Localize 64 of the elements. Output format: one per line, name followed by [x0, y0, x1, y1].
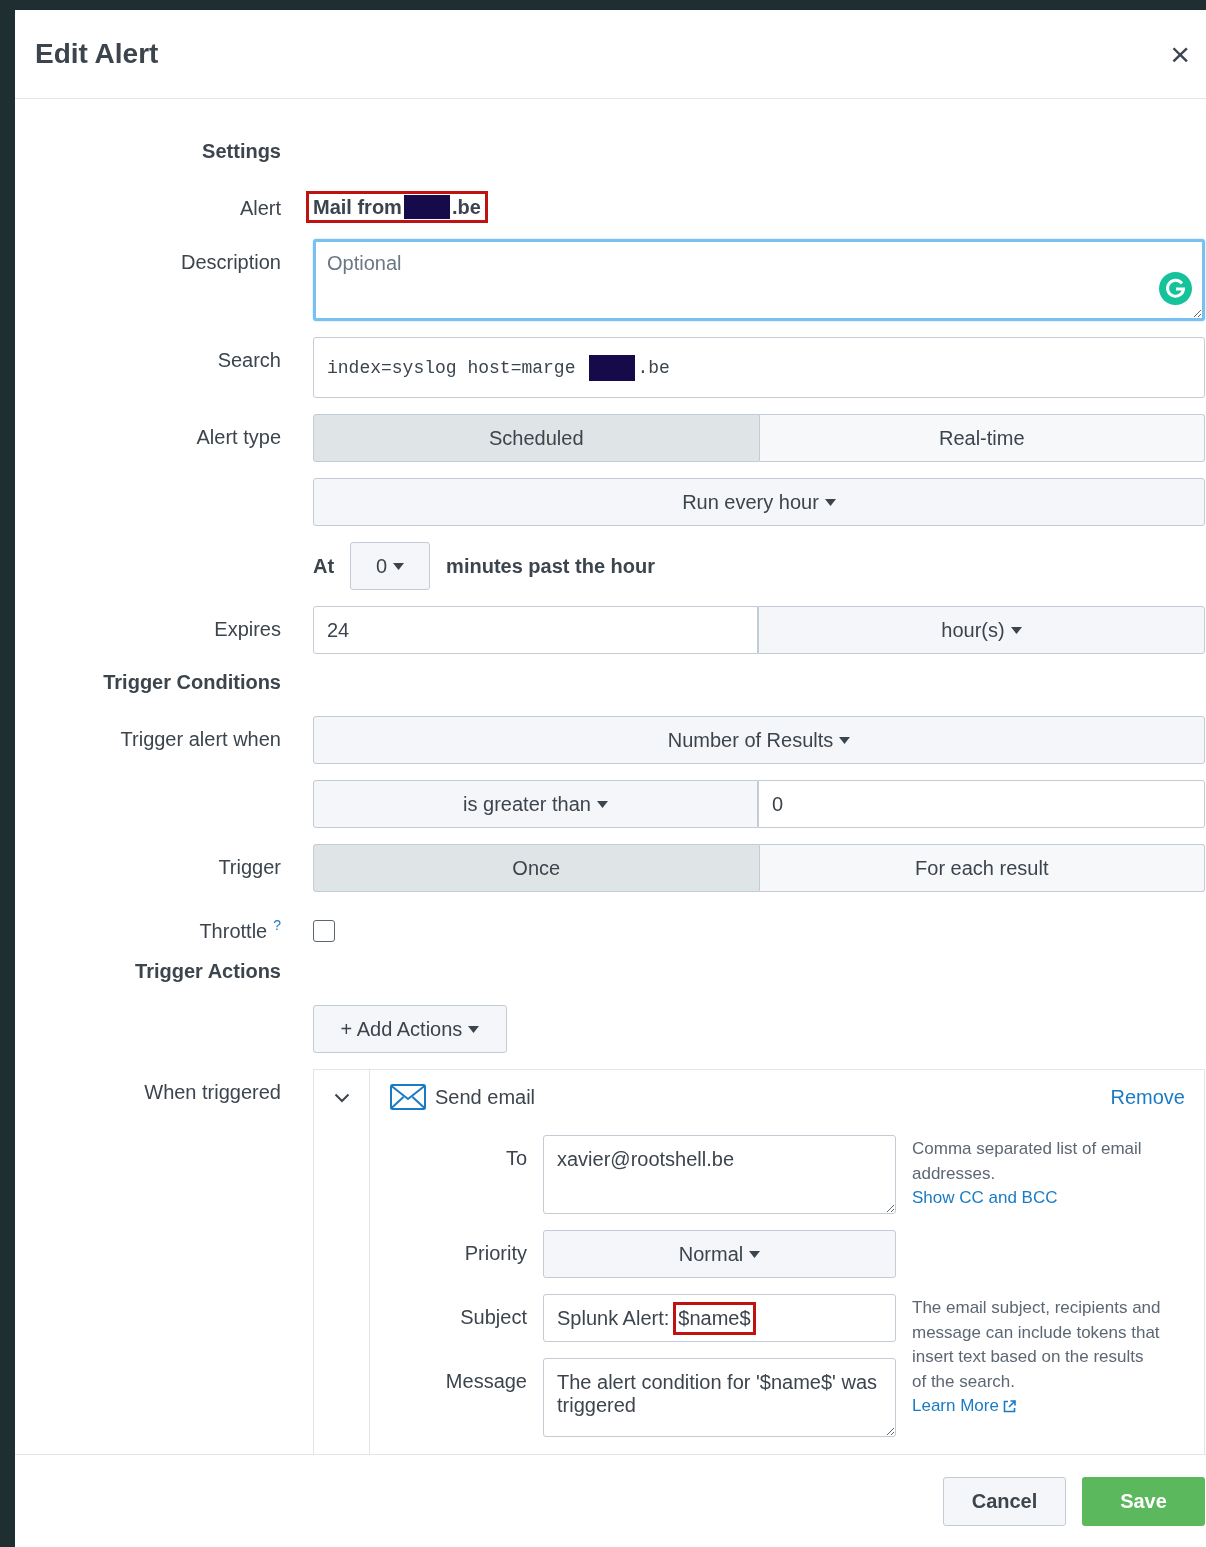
envelope-icon [390, 1084, 426, 1110]
at-label: At [313, 554, 335, 578]
search-query-suffix: .be [637, 357, 670, 378]
alert-name: Mail from [313, 195, 402, 219]
caret-icon [393, 562, 405, 570]
close-button[interactable]: × [1166, 37, 1194, 71]
field-label: Trigger alert when [119, 727, 281, 751]
field-label: Trigger [217, 855, 281, 879]
action-title: Send email [435, 1085, 536, 1109]
toggle-option[interactable]: For each result [759, 844, 1205, 892]
field-label: Alert type [195, 425, 281, 449]
field-label: Subject [459, 1305, 527, 1329]
toggle-option[interactable]: Scheduled [313, 414, 760, 462]
chevron-down-icon[interactable] [333, 1092, 350, 1104]
throttle-checkbox[interactable] [313, 920, 335, 942]
field-label: Alert [238, 196, 281, 220]
field-label: Priority [463, 1241, 527, 1265]
caret-icon [1010, 626, 1022, 634]
field-label: Message [444, 1369, 527, 1393]
dropdown-button[interactable]: Run every hour [313, 478, 1205, 526]
caret-icon [596, 800, 608, 808]
subject-field[interactable]: Splunk Alert: $name$ [543, 1294, 896, 1342]
field-label: Expires [213, 617, 281, 641]
help-link[interactable]: Show CC and BCC [912, 1186, 1058, 1211]
help-text: The email subject, recipients and message can include tokens that insert text based on the results of the search. [912, 1297, 1162, 1393]
help-text: Comma separated list of email addresses. [912, 1138, 1143, 1185]
cancel-button[interactable]: Cancel [943, 1476, 1066, 1526]
recipient-field[interactable]: xavier@rootshell.be [543, 1135, 896, 1214]
field-label: To [504, 1146, 527, 1170]
description-field[interactable]: Optional [313, 239, 1205, 321]
grammar-check-icon[interactable] [1159, 272, 1192, 305]
highlight-frame: $name$ [673, 1301, 756, 1335]
toggle-option[interactable]: Real-time [759, 414, 1205, 462]
caret-icon [749, 1250, 761, 1258]
subject-text: Splunk Alert: [557, 1306, 670, 1330]
minutes-label: minutes past the hour [446, 554, 655, 578]
section-heading: Trigger Conditions [102, 670, 281, 694]
alert-name-suffix: .be [451, 195, 481, 219]
search-query: index=syslog host=marge [327, 357, 576, 378]
threshold-field[interactable]: 0 [758, 780, 1205, 828]
caret-icon [824, 498, 836, 506]
field-label: Search [216, 348, 281, 372]
field-label: Description [179, 250, 281, 274]
remove-link[interactable]: Remove [1110, 1085, 1185, 1109]
caret-icon [839, 736, 851, 744]
expires-field[interactable]: 24 [313, 606, 758, 654]
section-heading: Trigger Actions [134, 959, 281, 983]
unit-dropdown[interactable]: hour(s) [758, 606, 1205, 654]
external-link-icon [1002, 1399, 1016, 1413]
help-link[interactable]: Learn More [912, 1394, 1016, 1419]
dialog-title: Edit Alert [35, 38, 159, 70]
comparison-dropdown[interactable]: is greater than [313, 780, 758, 828]
minute-dropdown[interactable]: 0 [350, 542, 431, 590]
field-label: When triggered [143, 1080, 281, 1104]
section-heading: Settings [201, 139, 281, 163]
add-actions-button[interactable]: + Add Actions [313, 1005, 507, 1053]
message-field[interactable]: The alert condition for '$name$' was triggered [543, 1358, 896, 1437]
help-link[interactable]: ? [273, 913, 281, 937]
dropdown-button[interactable]: Number of Results [313, 716, 1205, 764]
caret-icon [468, 1025, 480, 1033]
toggle-option[interactable]: Once [313, 844, 760, 892]
priority-dropdown[interactable]: Normal [543, 1230, 896, 1278]
search-field[interactable]: index=syslog host=marge .be [313, 337, 1205, 398]
field-label: Throttle [199, 919, 268, 943]
